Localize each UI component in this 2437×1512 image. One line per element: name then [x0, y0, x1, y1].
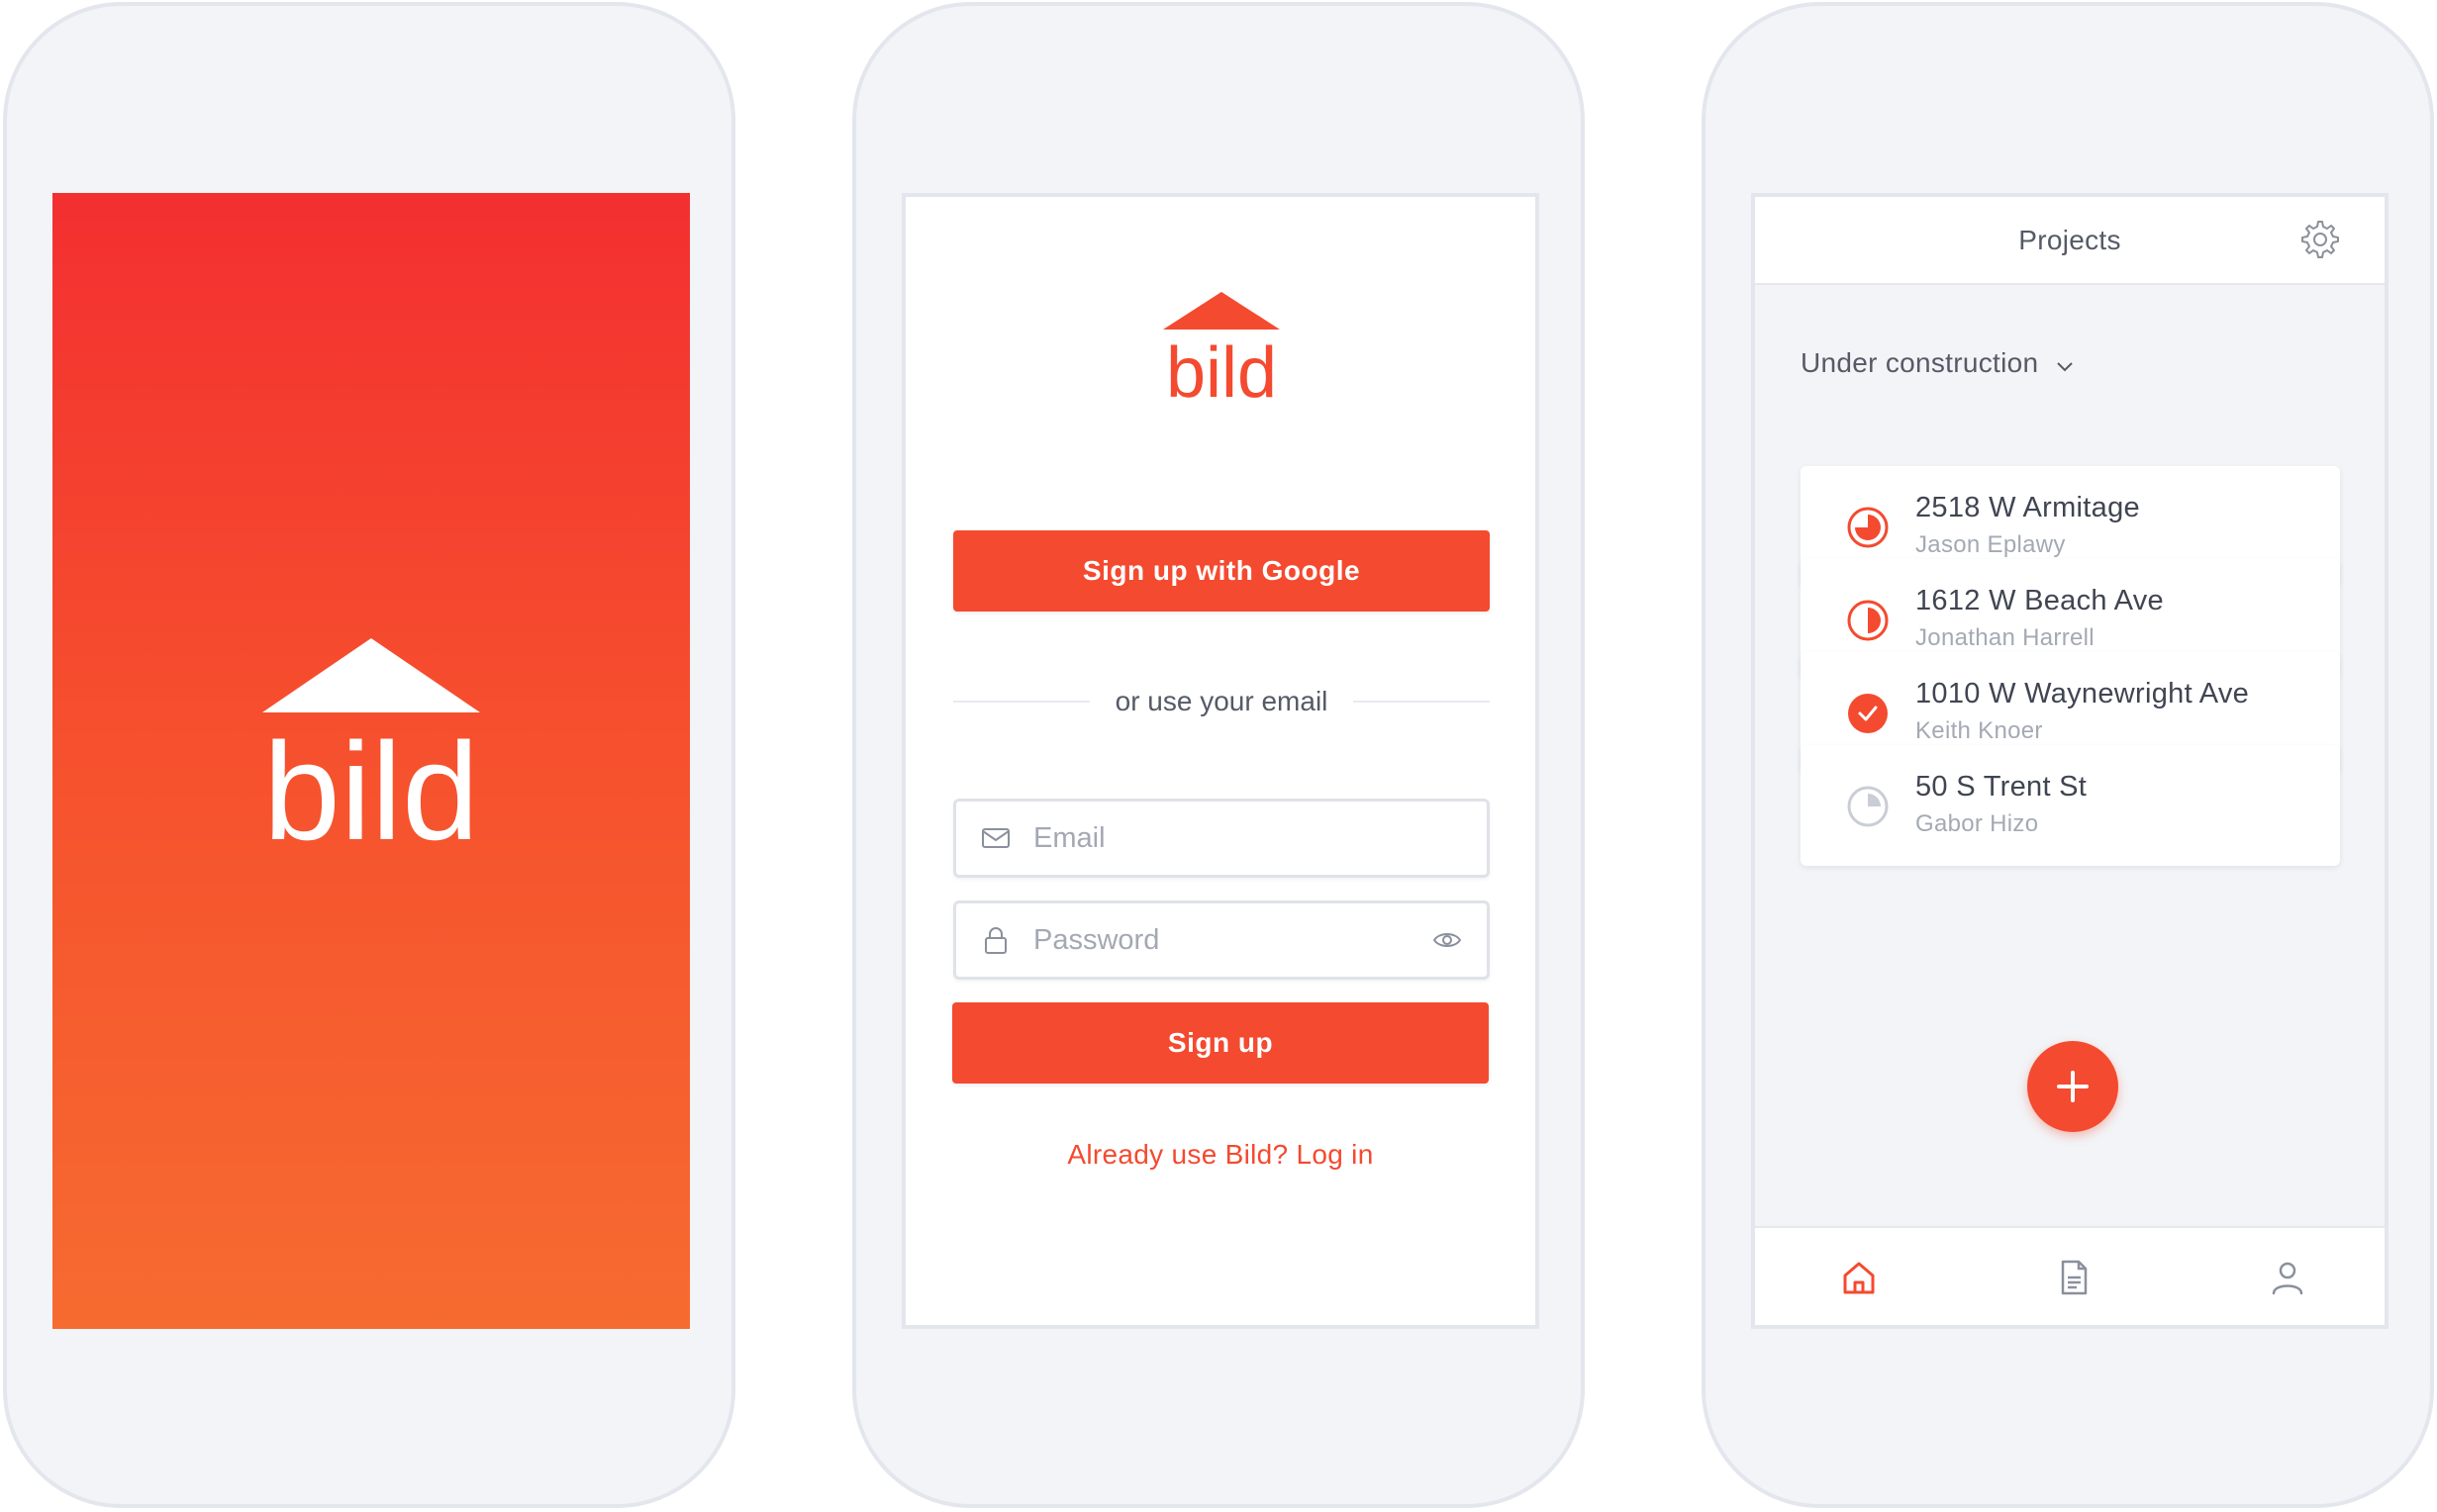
phone-projects: Projects Under construction 2518 W Armit… [1702, 2, 2434, 1508]
divider-line [953, 701, 1090, 703]
home-icon[interactable] [1839, 1258, 1879, 1297]
status-filter-dropdown[interactable]: Under construction [1801, 347, 2076, 379]
project-address: 1612 W Beach Ave [1915, 585, 2164, 616]
document-icon[interactable] [2054, 1258, 2094, 1297]
project-card[interactable]: 50 S Trent St Gabor Hizo [1801, 745, 2340, 866]
project-owner: Keith Knoer [1915, 717, 2043, 744]
project-owner: Gabor Hizo [1915, 810, 2039, 837]
progress-half-icon [1847, 600, 1889, 641]
logo-text: bild [263, 713, 479, 846]
login-link[interactable]: Already use Bild? Log in [906, 1139, 1535, 1171]
gear-icon[interactable] [2299, 219, 2341, 260]
projects-screen: Projects Under construction 2518 W Armit… [1751, 193, 2388, 1329]
logo-text: bild [1166, 333, 1277, 401]
project-owner: Jason Eplawy [1915, 531, 2066, 558]
email-divider: or use your email [953, 682, 1491, 721]
email-input[interactable] [1033, 821, 1463, 855]
splash-screen: bild [52, 193, 690, 1329]
page-title: Projects [2018, 225, 2121, 255]
bild-logo: bild [262, 638, 480, 846]
bild-logo: bild [1163, 292, 1280, 401]
google-signup-button[interactable]: Sign up with Google [953, 530, 1490, 612]
project-address: 50 S Trent St [1915, 771, 2088, 803]
password-field[interactable] [953, 900, 1490, 980]
email-field[interactable] [953, 799, 1490, 878]
mail-icon [980, 822, 1012, 854]
eye-icon[interactable] [1431, 924, 1463, 956]
password-input[interactable] [1033, 923, 1431, 957]
progress-three-quarters-icon [1847, 507, 1889, 548]
bottom-tab-bar [1755, 1226, 2385, 1325]
divider-text: or use your email [1115, 686, 1328, 716]
chevron-down-icon [2057, 362, 2074, 372]
project-address: 1010 W Waynewright Ave [1915, 678, 2250, 709]
phone-signup: bild Sign up with Google or use your ema… [852, 2, 1585, 1508]
user-icon[interactable] [2268, 1258, 2307, 1297]
phone-splash: bild [3, 2, 735, 1508]
signup-screen: bild Sign up with Google or use your ema… [902, 193, 1539, 1329]
completed-check-icon [1848, 694, 1888, 733]
project-owner: Jonathan Harrell [1915, 624, 2095, 651]
divider-line [1353, 701, 1491, 703]
filter-label: Under construction [1801, 347, 2039, 378]
add-project-button[interactable] [2027, 1041, 2118, 1132]
plus-icon [2057, 1071, 2089, 1102]
lock-icon [980, 924, 1012, 956]
project-address: 2518 W Armitage [1915, 492, 2140, 523]
progress-quarter-icon [1847, 786, 1889, 827]
projects-header: Projects [1755, 197, 2385, 285]
signup-button[interactable]: Sign up [952, 1002, 1489, 1084]
